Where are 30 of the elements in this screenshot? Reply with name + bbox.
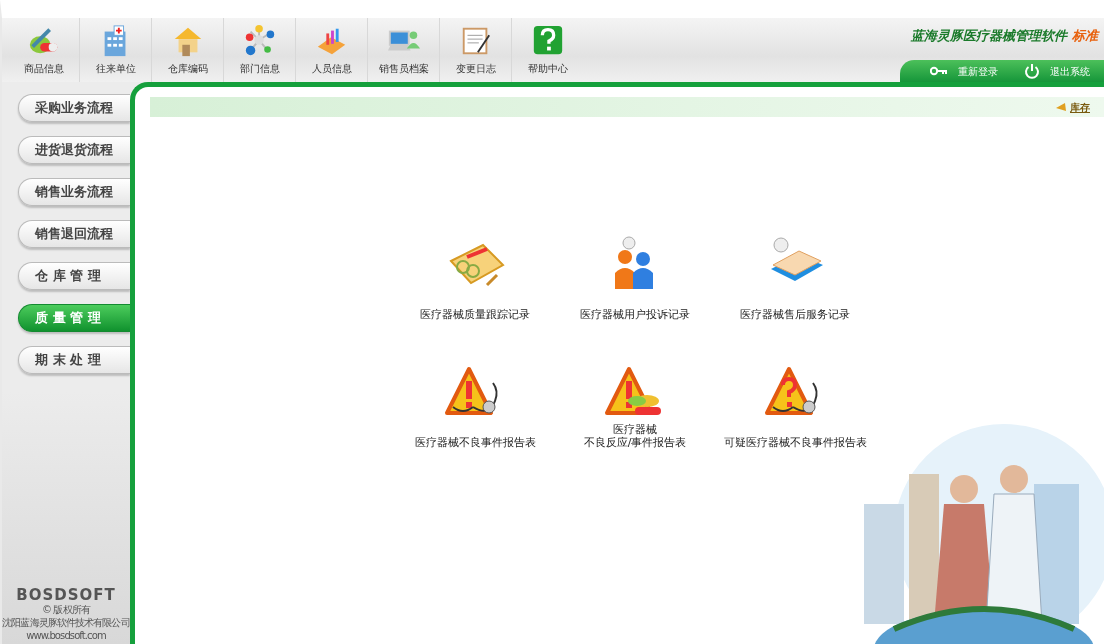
toolbar-button[interactable]: 帮助中心: [512, 18, 584, 82]
company-logo: BOSDSOFT: [16, 586, 116, 603]
power-icon: [1024, 63, 1040, 79]
module-button[interactable]: 医疗器械质量跟踪记录: [395, 235, 555, 321]
module-label: 医疗器械质量跟踪记录: [420, 307, 530, 321]
website-text: www.bosdsoft.com: [26, 629, 106, 642]
module-button[interactable]: 医疗器械售后服务记录: [715, 235, 875, 321]
sidebar-nav-button[interactable]: 销售退回流程: [18, 220, 130, 248]
module-label: 医疗器械用户投诉记录: [580, 307, 690, 321]
sidebar-nav-button[interactable]: 销售业务流程: [18, 178, 130, 206]
module-label: 医疗器械不良事件报告表: [414, 435, 536, 449]
sidebar-nav-button[interactable]: 进货退货流程: [18, 136, 130, 164]
module-label: 不良反应/事件报告表: [583, 435, 687, 449]
module-label: 医疗器械售后服务记录: [740, 307, 850, 321]
module-button[interactable]: 医疗器械用户投诉记录: [555, 235, 715, 321]
key-icon: [930, 66, 948, 76]
module-button[interactable]: 医疗器械不良事件报告表: [395, 363, 555, 449]
app-title: 蓝海灵豚医疗器械管理软件 标准: [911, 27, 1101, 45]
sidebar-nav-button[interactable]: 期 末 处 理: [18, 346, 130, 374]
module-button[interactable]: 可疑医疗器械不良事件报告表: [715, 363, 875, 449]
toolbar-button[interactable]: 往来单位: [80, 18, 152, 82]
sidebar-nav-button[interactable]: 仓 库 管 理: [18, 262, 130, 290]
module-label: 医疗器械: [613, 422, 657, 436]
module-button[interactable]: 医疗器械 不良反应/事件报告表: [555, 363, 715, 449]
module-label: 可疑医疗器械不良事件报告表: [723, 435, 867, 449]
sidebar-nav-button[interactable]: 采购业务流程: [18, 94, 130, 122]
company-name: 沈阳蓝海灵豚软件技术有限公司: [2, 616, 130, 629]
toolbar-button[interactable]: 变更日志: [440, 18, 512, 82]
inventory-link[interactable]: 库存: [1070, 99, 1090, 115]
copyright-text: © 版权所有: [42, 603, 90, 616]
